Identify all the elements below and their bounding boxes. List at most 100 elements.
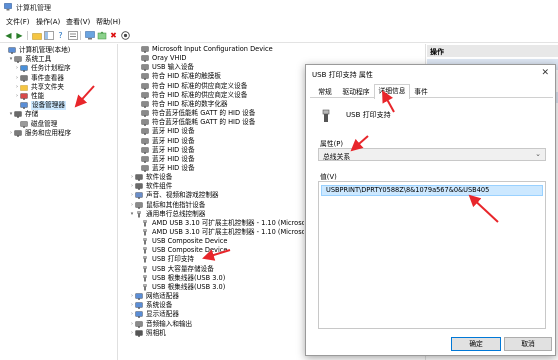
device-tree-item-row[interactable]: 蓝牙 HID 设备 (135, 164, 195, 173)
disk-icon (20, 120, 28, 128)
sound-icon (135, 192, 143, 200)
up-folder-icon[interactable] (31, 30, 42, 41)
value-row[interactable]: USBPRINT\DPRTY0588Z\8&1079a567&0&USB405 (321, 185, 543, 196)
device-tree-item-label: AMD USB 3.10 可扩展主机控制器 - 1.10 (Microsoft) (152, 218, 304, 227)
device-tree-item-row[interactable]: › 网络适配器 (129, 292, 179, 301)
close-icon[interactable]: ✕ (541, 68, 549, 78)
device-tree-item-row[interactable]: 蓝牙 HID 设备 (135, 127, 195, 136)
hid-icon (141, 64, 149, 72)
device-tree-item-row[interactable]: › 系统设备 (129, 301, 172, 310)
device-tree-item-row[interactable]: USB Composite Device (135, 237, 227, 246)
ok-button[interactable]: 确定 (451, 337, 501, 351)
device-tree-item-row[interactable]: › 显示适配器 (129, 310, 179, 319)
tab-events[interactable]: 事件 (411, 86, 431, 98)
clock-icon (20, 65, 28, 73)
device-tree-item-row[interactable]: AMD USB 3.10 可扩展主机控制器 - 1.10 (Microsoft) (135, 228, 304, 237)
tab-details[interactable]: 详细信息 (374, 84, 410, 99)
system-icon (135, 302, 143, 309)
console-tree-item-row[interactable]: 磁盘管理 (14, 120, 57, 129)
device-tree-item-label: 符合 HID 标准的供应商定义设备 (152, 81, 248, 90)
actions-header: 操作 (427, 45, 558, 57)
device-tree-item-row[interactable]: ▾ 通用串行总线控制器 (129, 210, 206, 219)
device-tree-item-row[interactable]: 符合 HID 标准的数字化器 (135, 100, 228, 109)
cancel-button[interactable]: 取消 (504, 337, 552, 351)
tab-general[interactable]: 常规 (313, 86, 337, 98)
window-title: 计算机管理 (16, 4, 51, 12)
console-tree-item-row[interactable]: 计算机管理(本地) (2, 46, 70, 55)
hid-icon (141, 46, 149, 53)
hid-icon (141, 55, 149, 62)
device-tree-item-row[interactable]: 符合蓝牙低能耗 GATT 的 HID 设备 (135, 118, 255, 127)
hid-icon (141, 119, 149, 126)
console-tree-item-row[interactable]: › 任务计划程序 (14, 64, 71, 73)
device-tree-item-row[interactable]: Oray VHID (135, 54, 186, 63)
device-tree-item-row[interactable]: Microsoft Input Configuration Device (135, 45, 273, 54)
device-tree-item-row[interactable]: › 音频输入和输出 (129, 320, 192, 329)
scan-hardware-icon[interactable] (84, 30, 95, 41)
device-tree-item-row[interactable]: 符合 HID 标准的触摸板 (135, 72, 221, 81)
tab-driver[interactable]: 驱动程序 (339, 86, 373, 98)
device-tree-item-row[interactable]: AMD USB 3.10 可扩展主机控制器 - 1.10 (Microsoft) (135, 219, 304, 228)
device-tree-item-row[interactable]: 蓝牙 HID 设备 (135, 137, 195, 146)
chevron-down-icon: ⌄ (535, 150, 541, 158)
menu-action[interactable]: 操作(A) (36, 17, 60, 27)
console-tree-item-row[interactable]: ▾ 存储 (8, 110, 38, 119)
device-tree-item-row[interactable]: USB 打印支持 (135, 255, 194, 264)
forward-icon[interactable]: ▶ (14, 30, 25, 41)
device-tree-item-row[interactable]: › 鼠标和其他指针设备 (129, 201, 205, 210)
device-tree-item-row[interactable]: › 声音、视频和游戏控制器 (129, 191, 219, 200)
device-tree-item-row[interactable]: 符合蓝牙低能耗 GATT 的 HID 设备 (135, 109, 255, 118)
device-tree-item-row[interactable]: › 软件设备 (129, 173, 172, 182)
device-tree-item-label: 网络适配器 (146, 292, 179, 301)
menu-help[interactable]: 帮助(H) (96, 17, 121, 27)
console-tree-item-row[interactable]: 设备管理器 (14, 101, 66, 111)
device-tree-item-label: USB 大容量存储设备 (152, 264, 214, 273)
device-tree-item-row[interactable]: 符合 HID 标准的供应商定义设备 (135, 82, 247, 91)
menu-view[interactable]: 查看(V) (66, 17, 90, 27)
help-icon[interactable]: ? (55, 30, 66, 41)
storage-icon (14, 111, 22, 119)
device-tree-item-row[interactable]: 符合 HID 标准的供应商定义设备 (135, 91, 247, 100)
device-tree-item-row[interactable]: USB 根集线器(USB 3.0) (135, 274, 225, 283)
device-tree-item-row[interactable]: USB 根集线器(USB 3.0) (135, 283, 225, 292)
device-tree-item-label: USB 打印支持 (152, 255, 195, 264)
console-tree-item-row[interactable]: › 服务和应用程序 (8, 129, 71, 138)
device-tree-item-label: USB 根集线器(USB 3.0) (152, 282, 226, 291)
uninstall-icon[interactable]: ✖ (108, 30, 119, 41)
usb-icon (143, 229, 147, 236)
device-tree-item-row[interactable]: › 照相机 (129, 329, 166, 338)
console-tree-item-row[interactable]: › 事件查看器 (14, 74, 64, 83)
device-tree-item-label: USB 根集线器(USB 3.0) (152, 273, 226, 282)
services-icon (14, 130, 22, 137)
toolbar-divider (27, 31, 28, 40)
device-tree-item-row[interactable]: › 软件组件 (129, 182, 172, 191)
mouse-icon (135, 201, 143, 209)
device-tree-item-label: Oray VHID (152, 54, 187, 63)
update-driver-icon[interactable] (96, 30, 107, 41)
device-tree-item-row[interactable]: USB 输入设备 (135, 63, 194, 72)
show-hide-tree-icon[interactable] (43, 30, 54, 41)
console-tree-item-label: 事件查看器 (31, 73, 64, 82)
audio-icon (135, 320, 143, 328)
value-list[interactable]: USBPRINT\DPRTY0588Z\8&1079a567&0&USB405 (318, 181, 546, 329)
device-tree-item-row[interactable]: 蓝牙 HID 设备 (135, 155, 195, 164)
device-tree-item-row[interactable]: 蓝牙 HID 设备 (135, 146, 195, 155)
device-tree-item-label: 符合 HID 标准的供应商定义设备 (152, 90, 248, 99)
properties-icon[interactable] (67, 30, 78, 41)
disable-icon[interactable] (120, 30, 131, 41)
property-select[interactable]: 总线关系 ⌄ (318, 148, 546, 161)
device-tree-item-row[interactable]: USB Composite Device (135, 246, 227, 255)
console-tree-item-label: 计算机管理(本地) (19, 46, 71, 54)
console-tree-item-label: 服务和应用程序 (25, 128, 72, 137)
window-titlebar: 计算机管理 (0, 0, 558, 14)
usb-icon (143, 265, 147, 273)
device-tree-item-row[interactable]: USB 大容量存储设备 (135, 265, 214, 274)
back-icon[interactable]: ◀ (3, 30, 14, 41)
dialog-tabs: 常规 驱动程序 详细信息 事件 (310, 84, 553, 99)
console-tree-item-row[interactable]: › 性能 (14, 92, 44, 101)
console-tree-item-row[interactable]: › 共享文件夹 (14, 83, 64, 92)
menu-file[interactable]: 文件(F) (6, 17, 30, 27)
usb-icon (143, 238, 147, 245)
device-tree: Microsoft Input Configuration Device Oray… (119, 44, 304, 360)
console-tree-item-row[interactable]: ▾ 系统工具 (8, 55, 52, 64)
